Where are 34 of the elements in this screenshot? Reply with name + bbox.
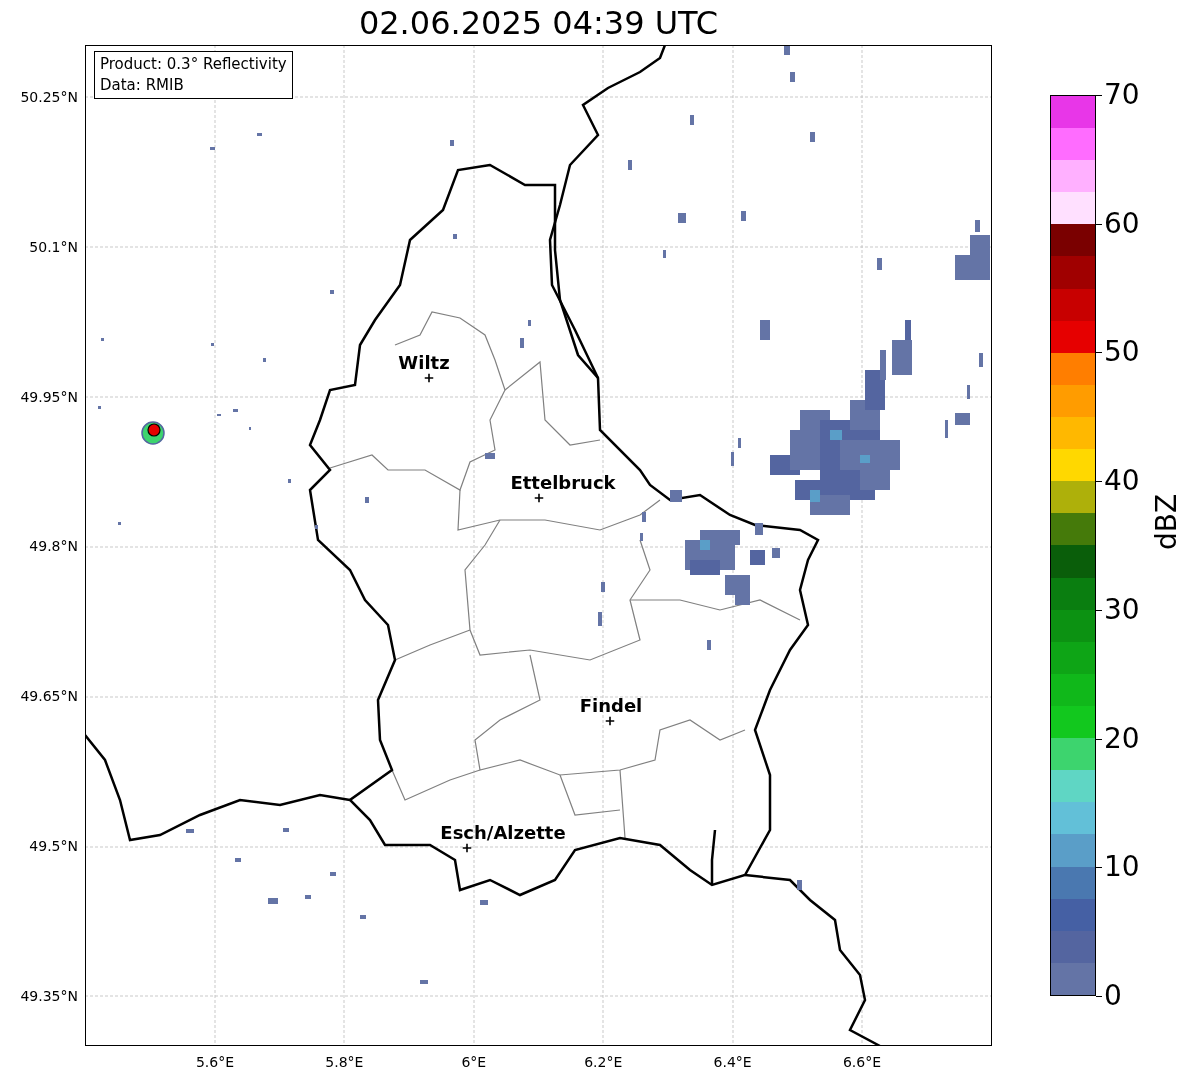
scale-value: 40 bbox=[1104, 467, 1140, 496]
scale-unit-label: dBZ bbox=[1150, 493, 1183, 550]
latitude-label: 49.35°N bbox=[20, 987, 78, 1004]
scale-value: 70 bbox=[1104, 81, 1140, 109]
latitude-label: 49.8°N bbox=[29, 538, 78, 555]
place-label: Wiltz bbox=[398, 351, 450, 373]
scale-value: 0 bbox=[1104, 982, 1122, 1010]
longitude-label: 6.2°E bbox=[584, 1054, 623, 1070]
plus-marker-icon bbox=[605, 716, 615, 726]
place-label: Findel bbox=[579, 694, 643, 716]
latitude-label: 49.95°N bbox=[20, 388, 78, 405]
latitude-label: 50.25°N bbox=[20, 89, 78, 105]
latitude-label: 49.5°N bbox=[29, 838, 78, 854]
place-label: Esch/Alzette bbox=[440, 821, 566, 843]
chart-title: 02.06.2025 04:39 UTC bbox=[358, 3, 719, 42]
scale-value: 60 bbox=[1104, 209, 1140, 238]
longitude-label: 6°E bbox=[461, 1054, 487, 1070]
scale-value: 50 bbox=[1104, 338, 1140, 367]
longitude-label: 6.4°E bbox=[713, 1054, 752, 1070]
plus-marker-icon bbox=[424, 373, 434, 383]
latitude-label: 49.65°N bbox=[20, 688, 78, 705]
longitude-label: 5.6°E bbox=[195, 1054, 235, 1070]
longitude-label: 5.8°E bbox=[325, 1054, 364, 1070]
radar-site-icon bbox=[141, 421, 165, 445]
data-source-label: Data: RMIB bbox=[100, 75, 185, 96]
scale-value: 10 bbox=[1104, 853, 1140, 882]
place-label: Ettelbruck bbox=[510, 471, 616, 493]
scale-value: 30 bbox=[1104, 595, 1140, 624]
scale-value: 20 bbox=[1104, 724, 1140, 753]
longitude-label: 6.6°E bbox=[842, 1054, 882, 1070]
product-label: Product: 0.3° Reflectivity bbox=[100, 54, 287, 75]
plus-marker-icon bbox=[534, 493, 544, 503]
latitude-label: 50.1°N bbox=[29, 238, 78, 255]
plus-marker-icon bbox=[462, 843, 472, 853]
